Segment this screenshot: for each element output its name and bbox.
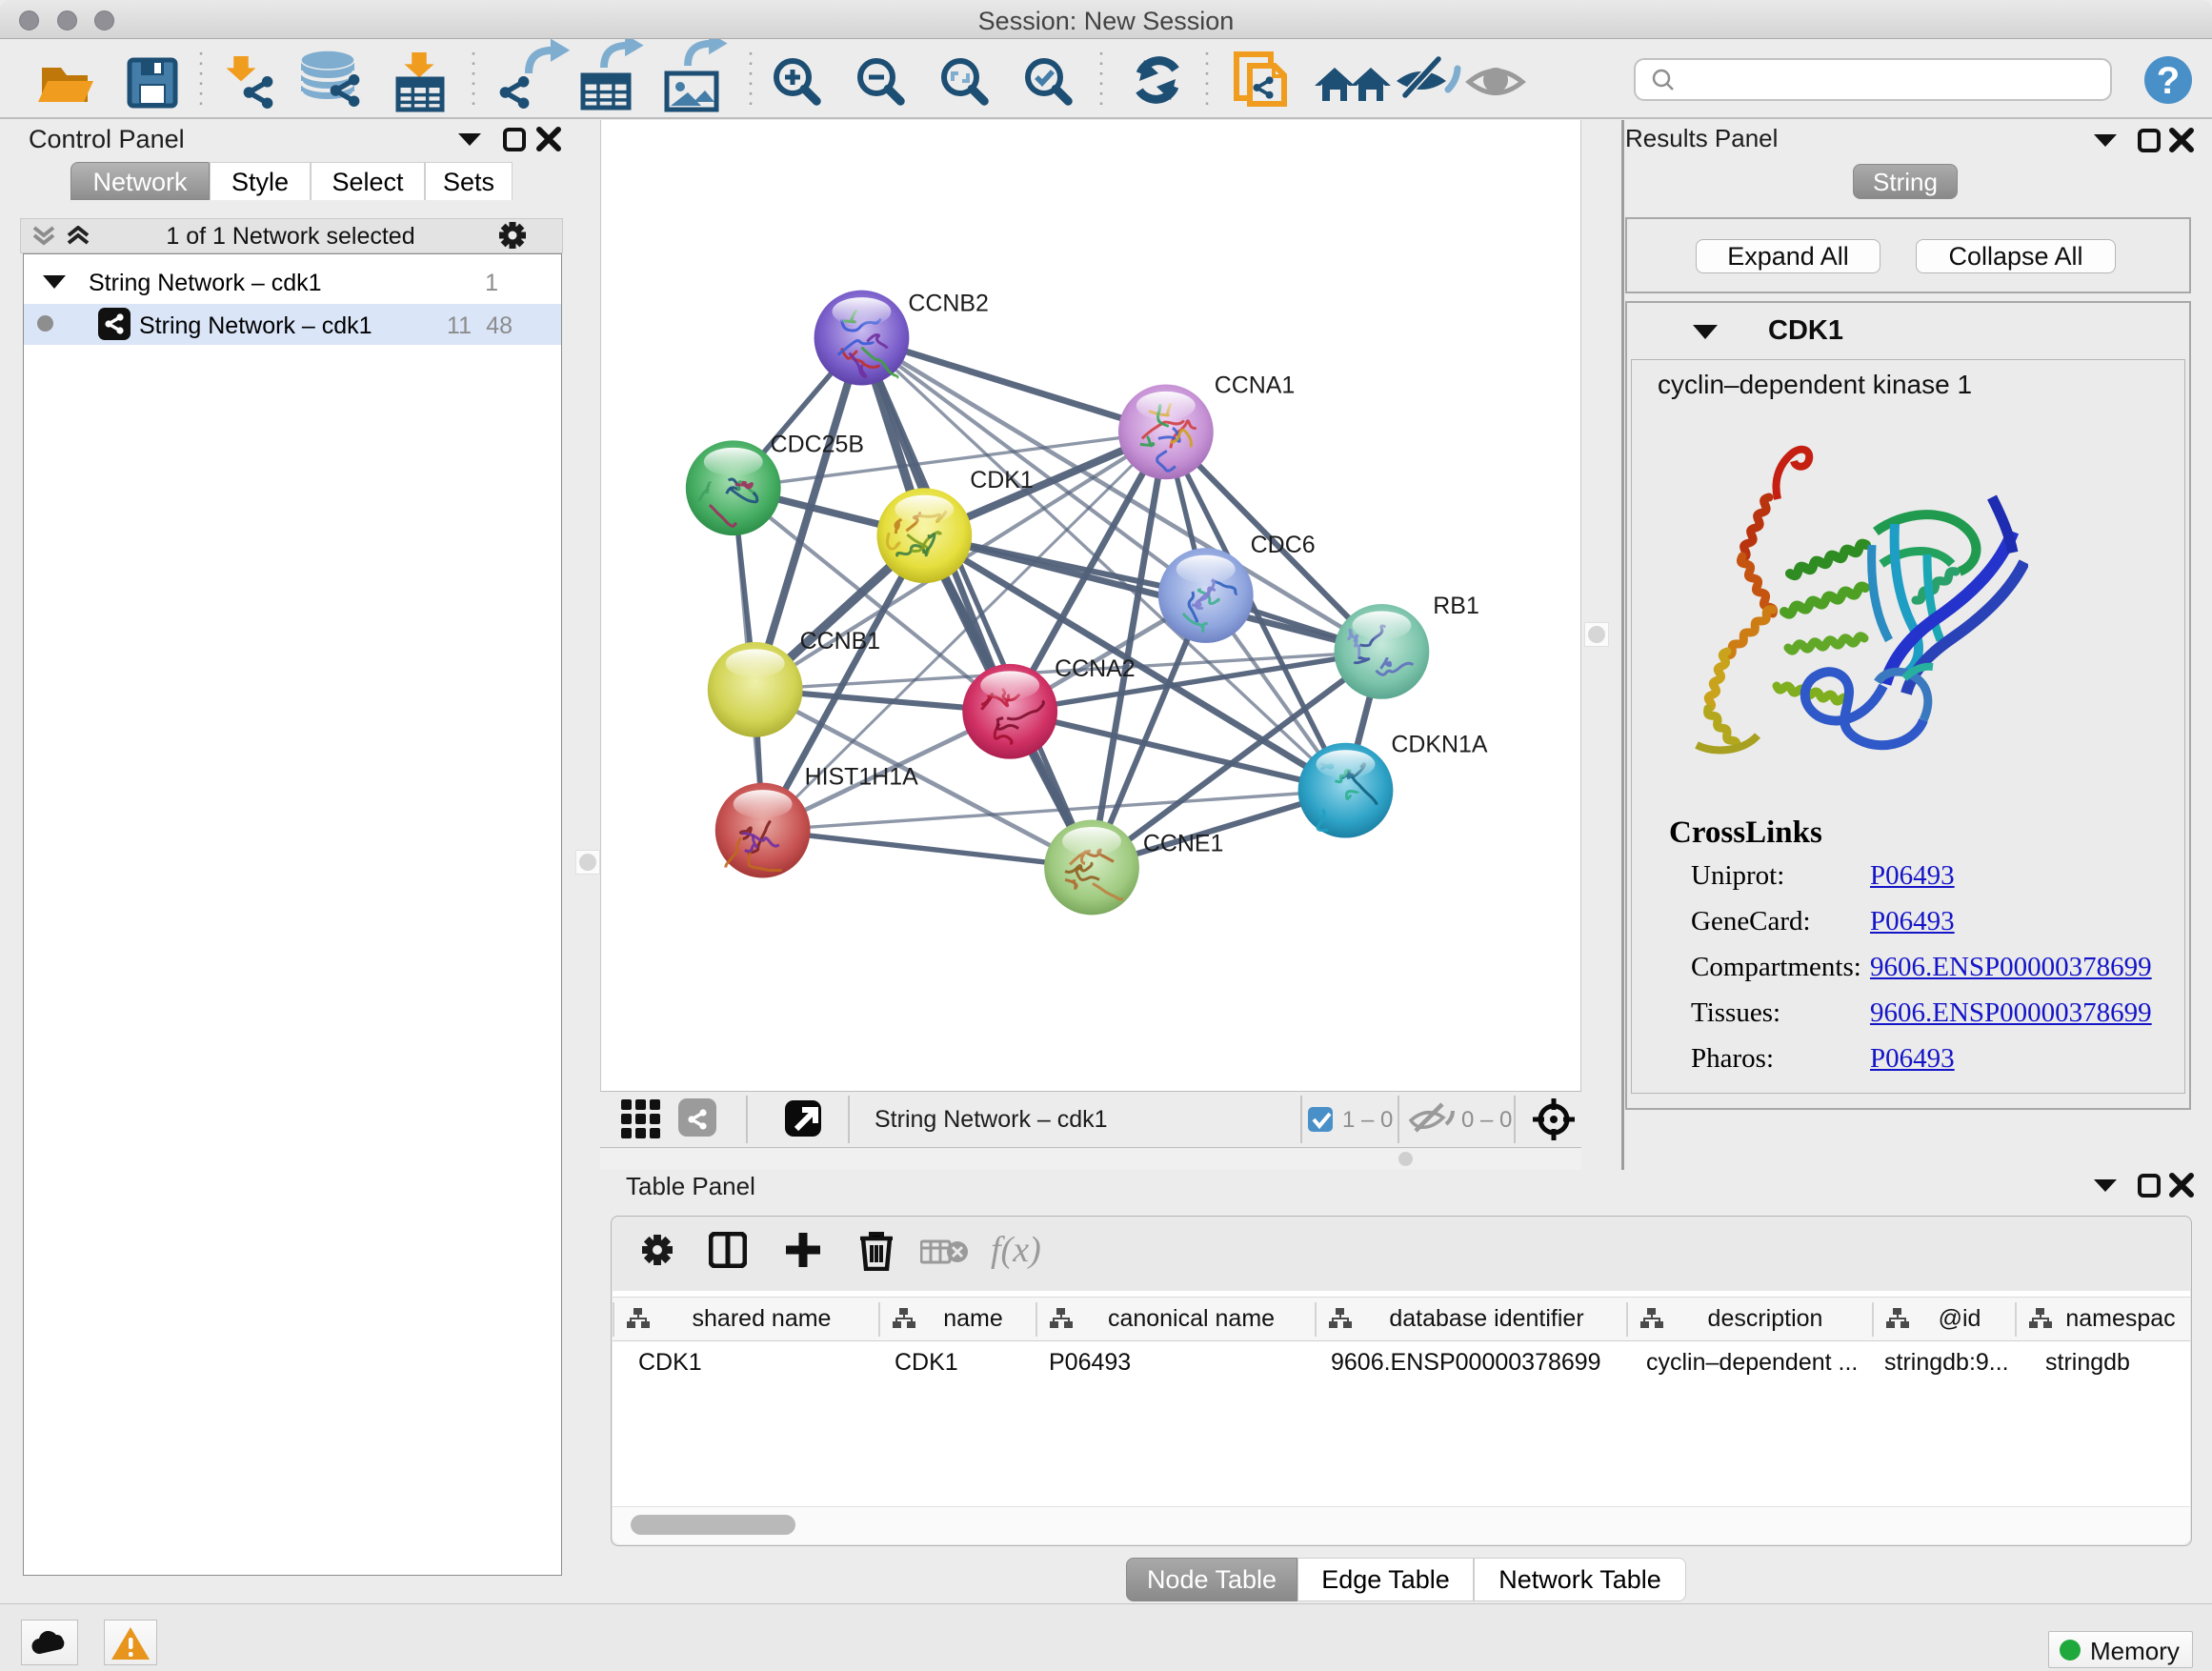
svg-text:CCNB2: CCNB2 <box>908 291 989 317</box>
svg-text:CCNE1: CCNE1 <box>1143 830 1224 856</box>
svg-text:String Network – cdk1: String Network – cdk1 <box>875 1106 1108 1133</box>
svg-text:CCNB1: CCNB1 <box>800 628 881 654</box>
svg-text:CDC25B: CDC25B <box>771 431 864 457</box>
svg-text:HIST1H1A: HIST1H1A <box>805 764 919 791</box>
svg-text:RB1: RB1 <box>1433 593 1479 619</box>
svg-text:0 – 0: 0 – 0 <box>1461 1107 1512 1133</box>
svg-text:CCNA1: CCNA1 <box>1215 372 1296 398</box>
svg-text:CDC6: CDC6 <box>1251 532 1316 558</box>
svg-text:CCNA2: CCNA2 <box>1055 655 1136 682</box>
svg-text:CDK1: CDK1 <box>970 467 1034 493</box>
svg-text:CDKN1A: CDKN1A <box>1391 732 1488 758</box>
svg-text:1 – 0: 1 – 0 <box>1342 1107 1393 1133</box>
svg-text:?: ? <box>2157 60 2180 102</box>
